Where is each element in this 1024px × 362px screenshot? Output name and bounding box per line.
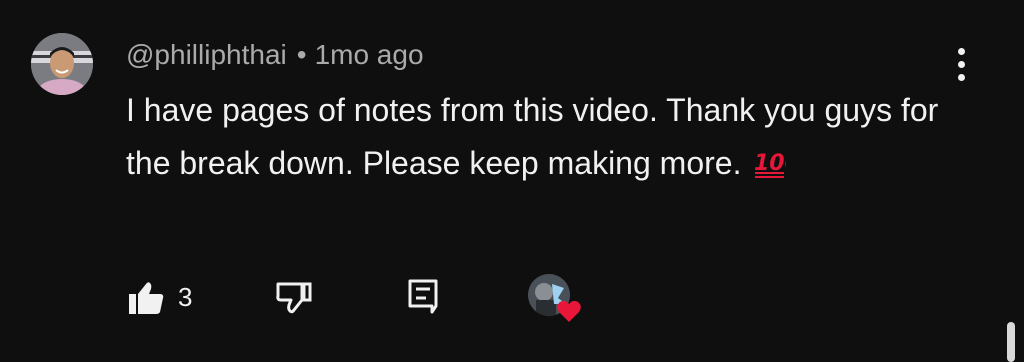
comment-text: I have pages of notes from this video. T… xyxy=(126,92,939,181)
reply-comment-icon xyxy=(408,279,438,314)
comment-timestamp[interactable]: 1mo ago xyxy=(315,39,424,70)
thumbs-up-icon xyxy=(129,282,164,314)
ellipsis-dot xyxy=(958,74,965,81)
ellipsis-dot xyxy=(958,61,965,68)
comment-thread: @philliphthai • 1mo ago I have pages of no… xyxy=(0,0,1024,362)
comment-body: I have pages of notes from this video. T… xyxy=(126,84,956,190)
author-avatar[interactable] xyxy=(31,33,93,95)
more-options-button[interactable] xyxy=(946,44,978,84)
like-count: 3 xyxy=(178,282,193,312)
hundred-points-emoji: 100 xyxy=(754,141,800,194)
scrollbar-thumb[interactable] xyxy=(1007,322,1015,362)
thumbs-down-icon xyxy=(276,282,312,314)
creator-heart-icon xyxy=(556,298,582,324)
avatar-image xyxy=(31,33,93,95)
dislike-button[interactable] xyxy=(272,276,316,320)
author-handle[interactable]: @philliphthai xyxy=(126,39,287,70)
creator-heart-badge xyxy=(528,274,584,326)
vertical-ellipsis-icon xyxy=(958,48,965,55)
like-button[interactable] xyxy=(126,276,170,320)
reply-button[interactable] xyxy=(404,276,444,318)
header-separator: • xyxy=(296,39,307,70)
comment-header: @philliphthai • 1mo ago xyxy=(126,38,424,72)
